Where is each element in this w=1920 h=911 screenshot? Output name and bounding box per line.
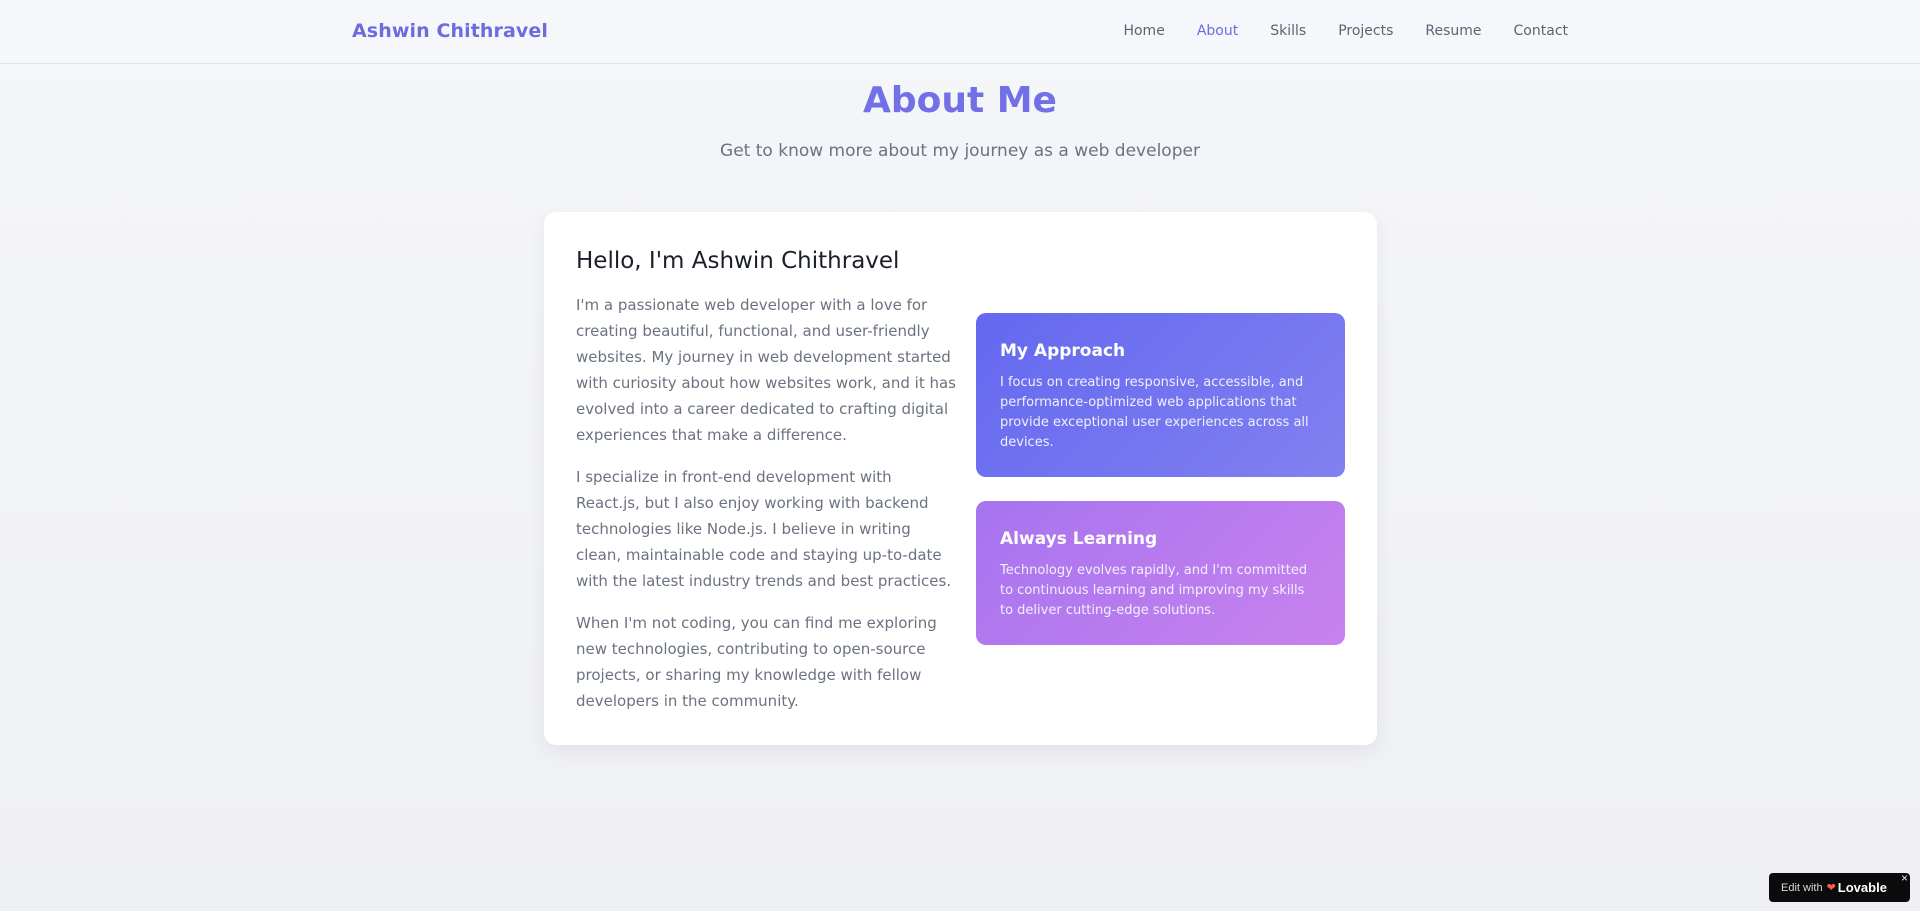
bio-paragraph: I specialize in front-end development wi…	[576, 468, 952, 590]
badge-brand: Lovable	[1837, 880, 1887, 895]
close-icon[interactable]: ×	[1901, 871, 1908, 885]
heart-icon: ❤	[1826, 882, 1836, 894]
nav-projects[interactable]: Projects	[1338, 23, 1393, 39]
nav-about[interactable]: About	[1197, 23, 1238, 39]
about-heading: Hello, I'm Ashwin Chithravel	[576, 248, 900, 274]
nav-resume[interactable]: Resume	[1425, 23, 1481, 39]
learning-card-title: Always Learning	[1000, 529, 1158, 549]
learning-card: Always Learning Technology evolves rapid…	[976, 501, 1345, 645]
approach-card: My Approach I focus on creating responsi…	[976, 313, 1345, 477]
brand-logo[interactable]: Ashwin Chithravel	[352, 20, 548, 42]
badge-edit-label: Edit with	[1781, 881, 1823, 894]
approach-card-text: I focus on creating responsive, accessib…	[1000, 375, 1309, 450]
page-subtitle: Get to know more about my journey as a w…	[720, 141, 1200, 161]
nav-contact[interactable]: Contact	[1514, 23, 1568, 39]
bio-paragraph: I'm a passionate web developer with a lo…	[576, 296, 956, 444]
approach-card-title: My Approach	[1000, 341, 1126, 361]
edit-with-lovable-badge[interactable]: Edit with ❤ Lovable ×	[1769, 871, 1910, 902]
bio-paragraph: When I'm not coding, you can find me exp…	[576, 614, 937, 710]
main-nav: Home About Skills Projects Resume Contac…	[1091, 23, 1568, 39]
site-header: Ashwin Chithravel Home About Skills Proj…	[0, 0, 1920, 64]
nav-home[interactable]: Home	[1123, 23, 1164, 39]
learning-card-text: Technology evolves rapidly, and I'm comm…	[1000, 563, 1308, 618]
page-title: About Me	[863, 80, 1057, 121]
nav-skills[interactable]: Skills	[1270, 23, 1306, 39]
about-bio: I'm a passionate web developer with a lo…	[576, 292, 956, 730]
about-card: Hello, I'm Ashwin Chithravel I'm a passi…	[544, 212, 1377, 745]
